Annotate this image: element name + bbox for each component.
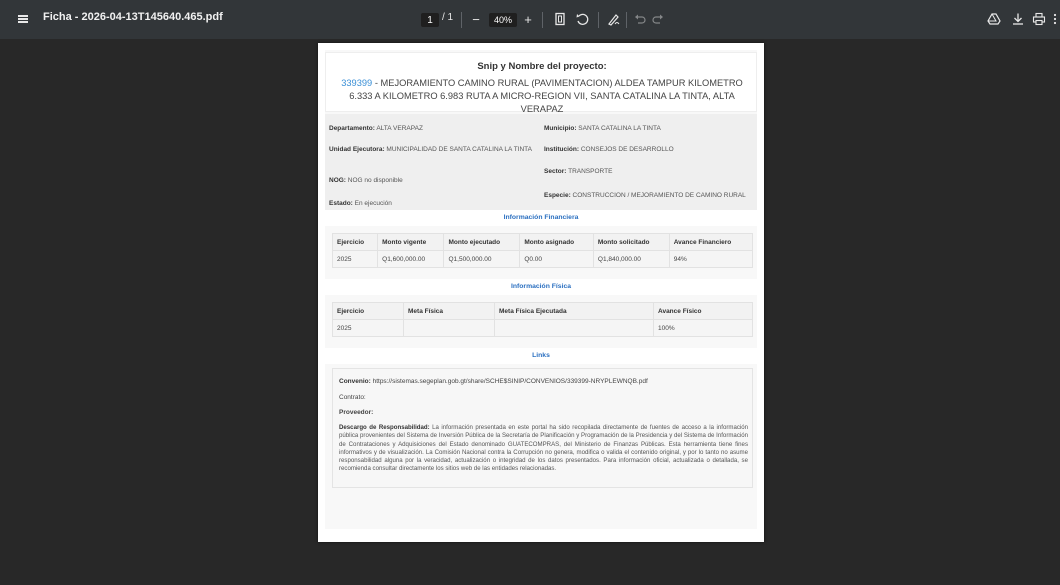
table-header-cell: Meta Física Ejecutada xyxy=(494,302,654,320)
table-header-cell: Ejercicio xyxy=(332,302,404,320)
project-card: Snip y Nombre del proyecto: 339399 - MEJ… xyxy=(325,50,757,529)
table-header-row: Ejercicio Meta Física Meta Física Ejecut… xyxy=(332,302,753,320)
table-cell: 2025 xyxy=(331,250,379,268)
table-cell: Q0.00 xyxy=(519,250,594,268)
table-cell xyxy=(494,319,654,337)
rotate-icon[interactable] xyxy=(574,11,590,27)
pdf-page: Snip y Nombre del proyecto: 339399 - MEJ… xyxy=(318,43,764,542)
fisica-section-title: Información Física xyxy=(325,279,757,295)
nog-field: NOG: NOG no disponible xyxy=(329,177,403,184)
page-number-input[interactable]: 1 xyxy=(421,13,439,27)
project-info-grid: Departamento: ALTA VERAPAZ Unidad Ejecut… xyxy=(325,114,757,210)
table-header-cell: Monto asignado xyxy=(519,233,594,251)
table-header-cell: Monto ejecutado xyxy=(443,233,521,251)
fisica-table: Ejercicio Meta Física Meta Física Ejecut… xyxy=(332,302,753,337)
table-header-cell: Monto vigente xyxy=(377,233,445,251)
convenio-line: Convenio: https://sistemas.segeplan.gob.… xyxy=(339,378,648,385)
especie-field: Especie: CONSTRUCCION / MEJORAMIENTO DE … xyxy=(544,192,746,199)
table-header-cell: Avance Físico xyxy=(653,302,753,320)
table-header-row: Ejercicio Monto vigente Monto ejecutado … xyxy=(331,233,754,251)
table-cell: Q1,500,000.00 xyxy=(443,250,521,268)
download-icon[interactable] xyxy=(1010,11,1026,27)
zoom-level-input[interactable]: 40% xyxy=(489,13,517,27)
convenio-link[interactable]: https://sistemas.segeplan.gob.gt/share/S… xyxy=(371,378,648,385)
menu-icon[interactable] xyxy=(14,10,32,28)
table-row: 2025 100% xyxy=(332,319,753,337)
financiera-table: Ejercicio Monto vigente Monto ejecutado … xyxy=(331,233,754,268)
table-cell: Q1,600,000.00 xyxy=(377,250,445,268)
financiera-section-title: Información Financiera xyxy=(325,210,757,226)
project-name: - MEJORAMIENTO CAMINO RURAL (PAVIMENTACI… xyxy=(349,78,743,114)
toolbar-divider xyxy=(461,12,462,28)
page-total: / 1 xyxy=(442,12,454,23)
project-heading: Snip y Nombre del proyecto: xyxy=(477,61,607,72)
redo-icon[interactable] xyxy=(650,11,666,27)
links-section-title: Links xyxy=(325,348,757,364)
table-cell xyxy=(403,319,495,337)
contrato-label: Contrato: xyxy=(339,394,366,401)
project-code-link[interactable]: 339399 xyxy=(341,78,372,88)
annotate-icon[interactable] xyxy=(606,11,622,27)
zoom-out-button[interactable]: − xyxy=(468,11,484,27)
document-title: Ficha - 2026-04-13T145640.465.pdf xyxy=(43,11,223,23)
table-header-cell: Monto solicitado xyxy=(592,233,670,251)
table-header-cell: Avance Financiero xyxy=(668,233,754,251)
links-box: Convenio: https://sistemas.segeplan.gob.… xyxy=(332,368,753,488)
toolbar-divider xyxy=(626,12,627,28)
unidad-field: Unidad Ejecutora: MUNICIPALIDAD DE SANTA… xyxy=(329,146,532,153)
undo-icon[interactable] xyxy=(632,11,648,27)
zoom-in-button[interactable]: + xyxy=(520,11,536,27)
table-cell: 2025 xyxy=(332,319,404,337)
departamento-field: Departamento: ALTA VERAPAZ xyxy=(329,125,423,132)
fit-page-icon[interactable] xyxy=(552,11,568,27)
disclaimer-text: Descargo de Responsabilidad: La informac… xyxy=(339,424,749,473)
sector-field: Sector: TRANSPORTE xyxy=(544,168,613,175)
table-cell: 94% xyxy=(668,250,754,268)
project-title: 339399 - MEJORAMIENTO CAMINO RURAL (PAVI… xyxy=(332,77,752,116)
municipio-field: Municipio: SANTA CATALINA LA TINTA xyxy=(544,125,661,132)
table-cell: 100% xyxy=(653,319,753,337)
institucion-field: Institución: CONSEJOS DE DESARROLLO xyxy=(544,146,674,153)
pdf-toolbar: Ficha - 2026-04-13T145640.465.pdf 1 / 1 … xyxy=(0,0,1060,39)
proveedor-label: Proveedor: xyxy=(339,409,374,416)
table-cell: Q1,840,000.00 xyxy=(592,250,670,268)
toolbar-divider xyxy=(598,12,599,28)
drive-icon[interactable] xyxy=(986,11,1002,27)
print-icon[interactable] xyxy=(1031,11,1047,27)
table-row: 2025 Q1,600,000.00 Q1,500,000.00 Q0.00 Q… xyxy=(331,250,754,268)
project-header: Snip y Nombre del proyecto: 339399 - MEJ… xyxy=(325,52,757,114)
toolbar-divider xyxy=(542,12,543,28)
estado-field: Estado: En ejecución xyxy=(329,200,392,207)
table-header-cell: Meta Física xyxy=(403,302,495,320)
more-options-icon[interactable] xyxy=(1050,11,1060,27)
table-header-cell: Ejercicio xyxy=(331,233,379,251)
